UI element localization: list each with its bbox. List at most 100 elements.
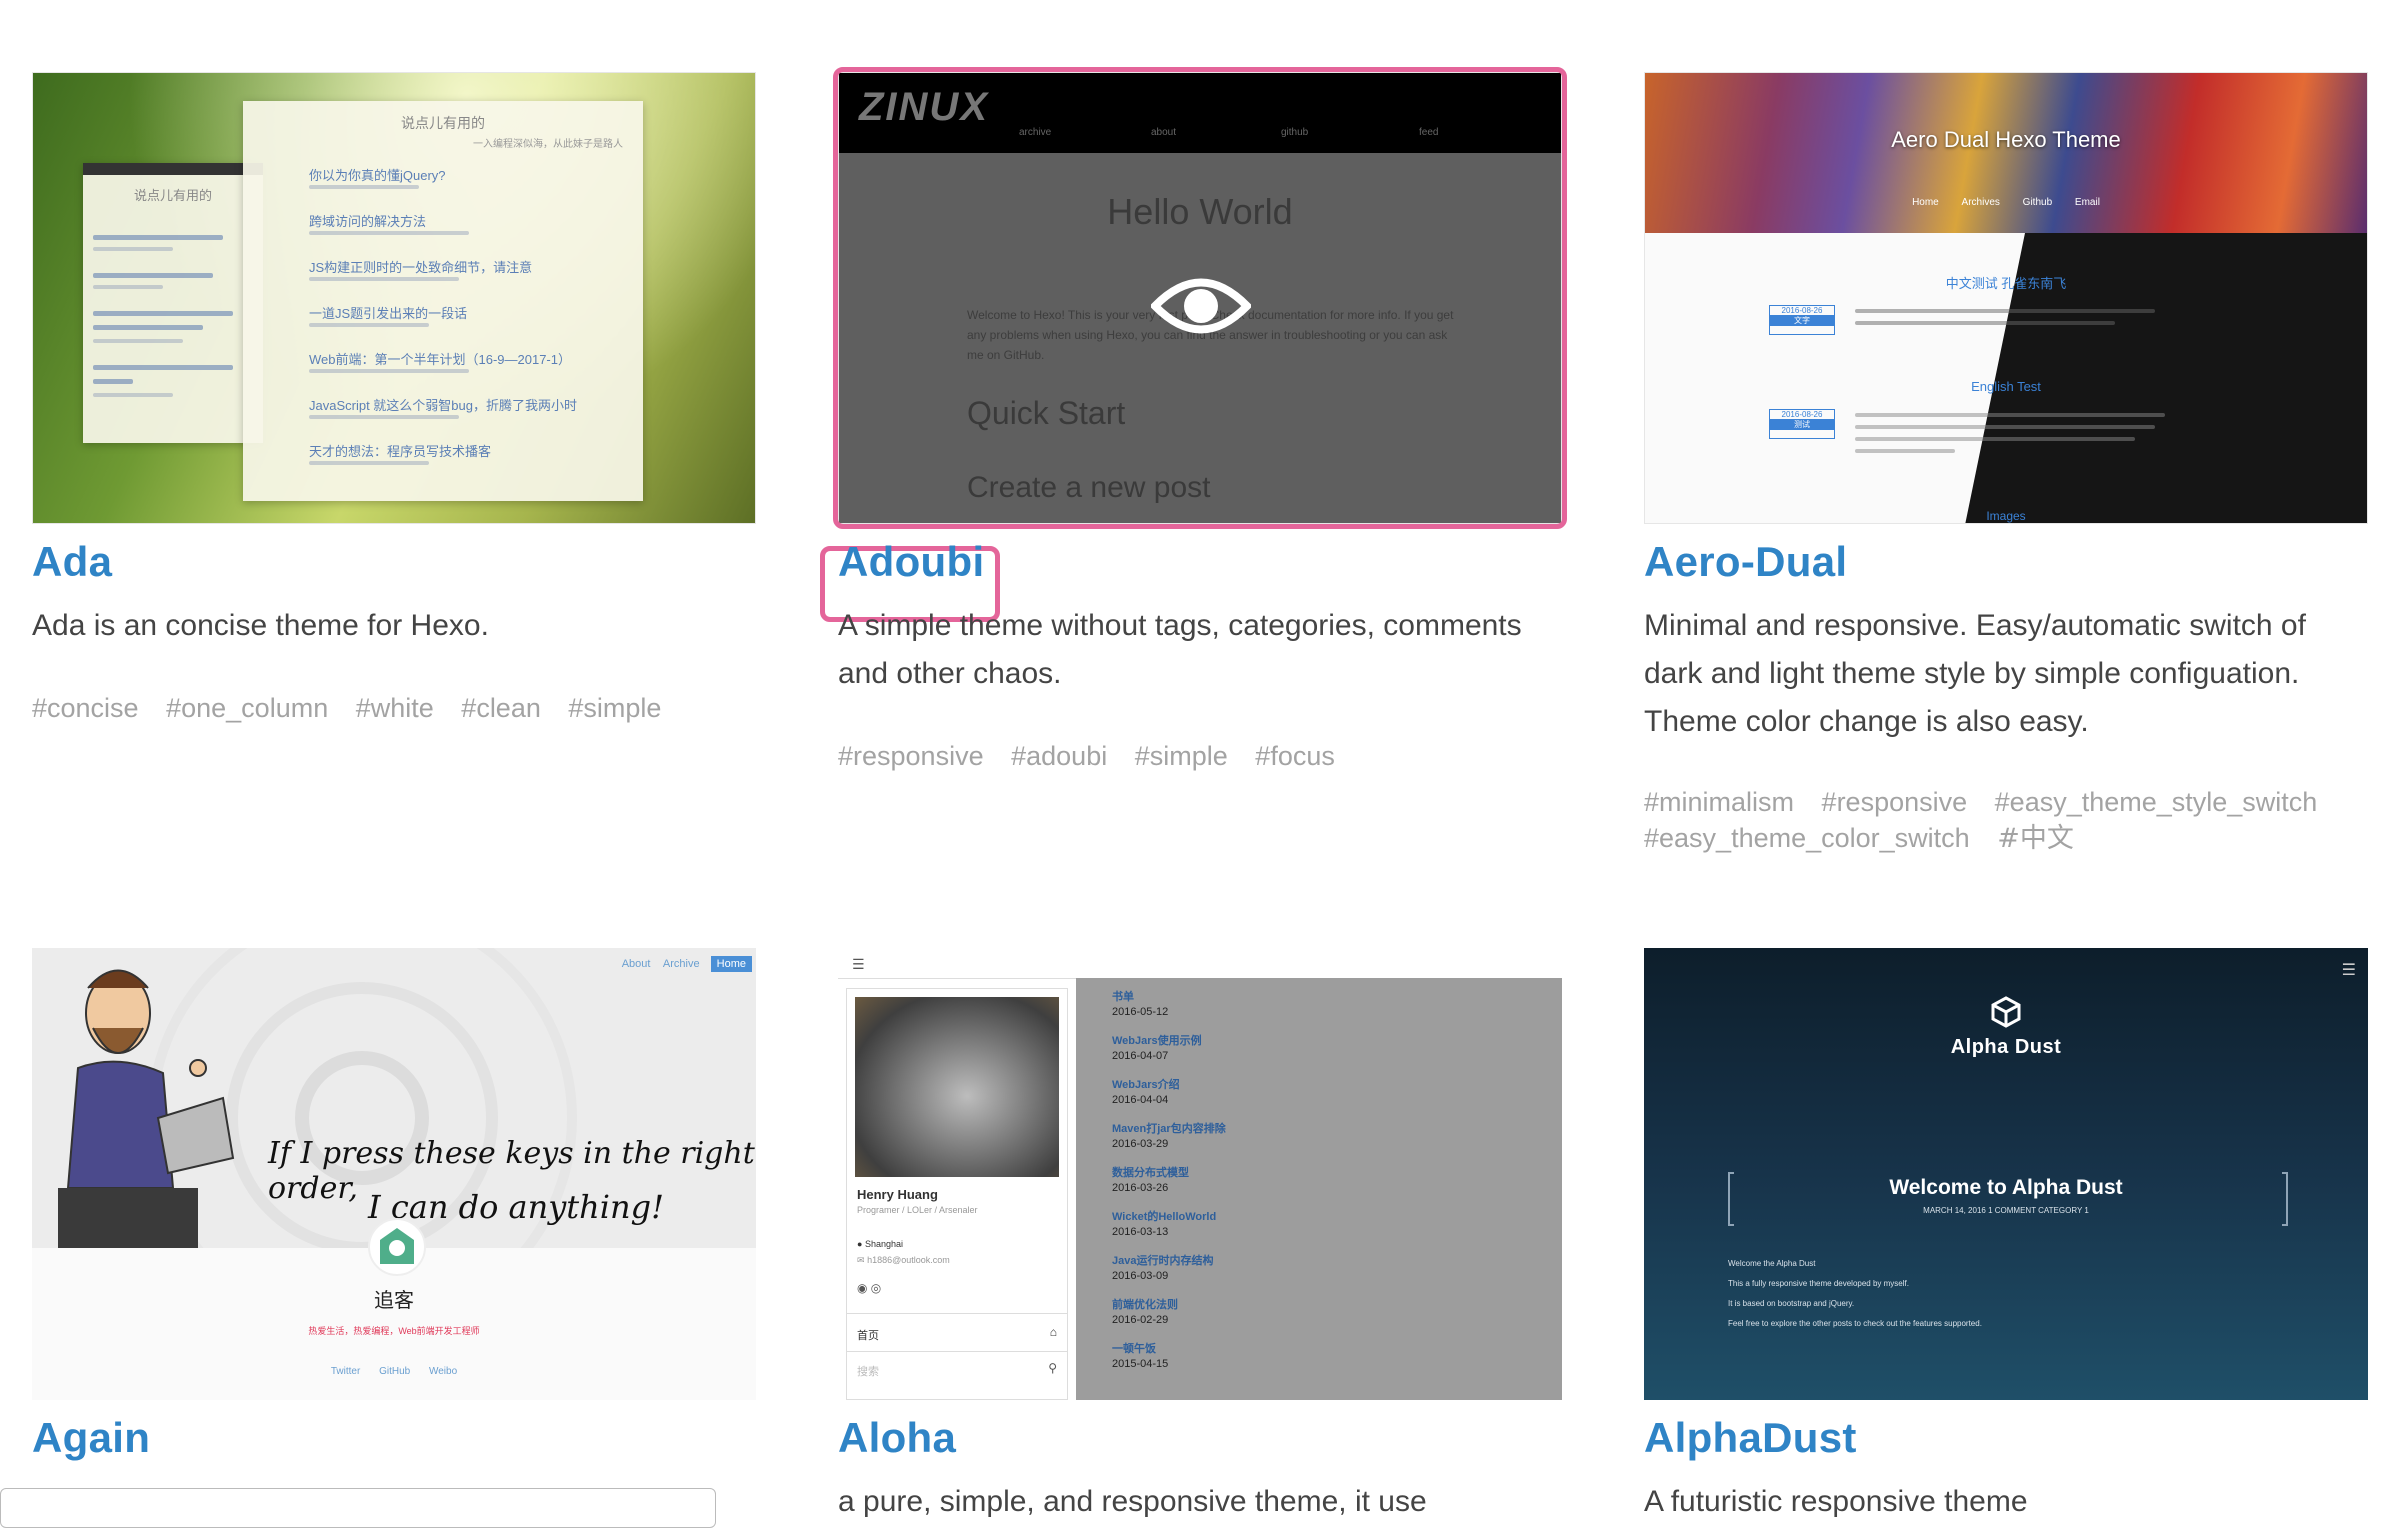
ada-post-3: JS构建正则时的一处致命细节，请注意 [309,260,533,275]
cube-icon [1990,996,2022,1033]
again-link-twitter: Twitter [330,1366,361,1377]
theme-tags-ada: #concise #one_column #white #clean #simp… [32,690,752,726]
tag[interactable]: #concise [32,690,139,726]
theme-description-adoubi: A simple theme without tags, categories,… [838,609,1522,690]
tag[interactable]: #clean [461,690,541,726]
tag[interactable]: #responsive [1822,784,1968,820]
ada-post-1: 你以为你真的懂jQuery? [309,168,446,183]
aloha-post-title: Maven打jar包内容排除 [1112,1123,1226,1135]
alphadust-line: This a fully responsive theme developed … [1728,1279,1909,1288]
aloha-post-list: 书单 2016-05-12 WebJars使用示例 2016-04-07 Web… [1076,978,1562,1400]
aero-preview-banner: Aero Dual Hexo Theme Home Archives Githu… [1645,73,2367,233]
again-avatar [368,1218,426,1276]
alphadust-brand: Alpha Dust [1950,1036,2062,1058]
theme-card-aloha: ☰ Henry Huang Programer / LOLer / Arsena… [838,948,1562,1518]
theme-name-again[interactable]: Again [32,1414,150,1462]
theme-name-aloha[interactable]: Aloha [838,1414,956,1462]
ada-post-7: 天才的想法：程序员写技术播客 [309,444,492,459]
theme-card-alphadust: ☰ Alpha Dust Welcome to Alpha Dust MARCH… [1644,948,2368,1518]
theme-description-alphadust: A futuristic responsive theme [1644,1485,2028,1518]
aloha-profile-name: Henry Huang [857,1187,938,1202]
aero-tag-1: 文字 [1770,315,1834,326]
aloha-post-title: 前端优化法则 [1112,1299,1178,1311]
tag[interactable]: #easy_theme_style_switch [1995,784,2318,820]
tag[interactable]: #minimalism [1644,784,1794,820]
aloha-profile-title: Programer / LOLer / Arsenaler [857,1205,978,1215]
ada-desktop-heading: 说点儿有用的 [401,115,485,131]
theme-description-aloha: a pure, simple, and responsive theme, it… [838,1485,1427,1518]
ada-preview-desktop: 说点儿有用的 一入编程深似海，从此妹子是路人 你以为你真的懂jQuery? 跨域… [243,101,643,501]
theme-name-aero-dual[interactable]: Aero-Dual [1644,538,1847,586]
aloha-post-title: WebJars介绍 [1112,1079,1180,1091]
again-nav-archive: Archive [662,958,700,970]
theme-name-ada[interactable]: Ada [32,538,112,586]
tag[interactable]: #simple [568,690,661,726]
theme-thumbnail-ada[interactable]: 说点儿有用的 说点儿有用的 一入编程深似海，从此妹子是路人 你以为你真的懂jQu… [32,72,756,524]
alphadust-line: It is based on bootstrap and jQuery. [1728,1299,1855,1308]
theme-thumbnail-alphadust[interactable]: ☰ Alpha Dust Welcome to Alpha Dust MARCH… [1644,948,2368,1400]
theme-card-aero-dual: Aero Dual Hexo Theme Home Archives Githu… [1644,72,2368,854]
aloha-sidebar: Henry Huang Programer / LOLer / Arsenale… [846,988,1068,1400]
theme-card-adoubi: ZINUX archive about github feed Hello Wo… [820,67,1567,771]
tag[interactable]: #white [356,690,434,726]
again-tagline: 热爱生活，热爱编程，Web前端开发工程师 [308,1326,480,1336]
ada-post-5: Web前端：第一个半年计划（16-9—2017-1） [309,352,571,367]
theme-thumbnail-aloha[interactable]: ☰ Henry Huang Programer / LOLer / Arsena… [838,948,1562,1400]
aero-nav-archives: Archives [1961,197,2000,208]
tag[interactable]: #simple [1135,738,1228,774]
aloha-menu-home: 首页 [857,1330,879,1342]
ada-mobile-heading: 说点儿有用的 [133,188,212,203]
theme-card-again: About Archive Home If I press these keys… [32,948,756,1461]
theme-thumbnail-again[interactable]: About Archive Home If I press these keys… [32,948,756,1400]
theme-name-adoubi[interactable]: Adoubi [838,538,984,586]
theme-name-alphadust[interactable]: AlphaDust [1644,1414,1857,1462]
aloha-post-title: WebJars使用示例 [1112,1035,1202,1047]
aero-section-images: Images [1986,509,2026,523]
aloha-post-date: 2016-03-29 [1112,1138,1169,1150]
alphadust-line: Feel free to explore the other posts to … [1728,1319,1982,1328]
aero-date-1: 2016-08-26 [1781,306,1823,315]
alphadust-post-meta: MARCH 14, 2016 1 COMMENT CATEGORY 1 [1923,1206,2089,1215]
aero-tag-2: 测试 [1770,419,1834,430]
aloha-post-title: Java运行时内存结构 [1112,1255,1214,1267]
aloha-post-title: 一顿午饭 [1112,1343,1156,1355]
aloha-post-date: 2015-04-15 [1112,1358,1169,1370]
theme-description-aero-dual: Minimal and responsive. Easy/automatic s… [1644,609,2306,738]
aero-section-english: English Test [1971,379,2041,394]
search-icon: ⚲ [1048,1361,1057,1375]
aero-date-2: 2016-08-26 [1781,410,1823,419]
tag[interactable]: #responsive [838,738,984,774]
aero-nav-email: Email [2074,197,2100,208]
ada-post-4: 一道JS题引发出来的一段话 [309,306,468,321]
tag[interactable]: #one_column [166,690,328,726]
github-icon: ◉ ◎ [857,1281,882,1295]
hamburger-menu-icon: ☰ [2341,962,2356,979]
again-illustration [48,958,248,1248]
aloha-search-input: 搜索 [857,1366,879,1378]
aloha-post-title: Wicket的HelloWorld [1112,1211,1217,1223]
again-preview-banner: About Archive Home If I press these keys… [32,948,756,1248]
selection-highlight [833,67,1567,529]
again-nav-about: About [621,958,651,970]
tag[interactable]: #easy_theme_color_switch [1644,820,1970,856]
aero-section-chinese: 中文测试 孔雀东南飞 [1945,276,2067,291]
aloha-post-date: 2016-05-12 [1112,1006,1169,1018]
alphadust-line: Welcome the Alpha Dust [1728,1259,1816,1268]
theme-thumbnail-aero-dual[interactable]: Aero Dual Hexo Theme Home Archives Githu… [1644,72,2368,524]
aloha-profile-photo [855,997,1059,1177]
ada-post-2: 跨域访问的解决方法 [309,214,427,229]
tag[interactable]: #focus [1255,738,1335,774]
aloha-post-date: 2016-03-13 [1112,1226,1169,1238]
tag[interactable]: #adoubi [1011,738,1107,774]
map-pin-icon: ● [857,1239,863,1249]
home-icon: ⌂ [1049,1325,1057,1339]
mail-icon: ✉ [857,1255,865,1265]
aloha-post-title: 书单 [1112,991,1134,1003]
ada-desktop-subheading: 一入编程深似海，从此妹子是路人 [473,139,623,150]
ada-post-6: JavaScript 就这么个弱智bug，折腾了我两小时 [309,398,577,413]
hamburger-menu-icon: ☰ [852,956,865,972]
tag[interactable]: #中文 [1997,821,2074,857]
theme-card-ada: 说点儿有用的 说点儿有用的 一入编程深似海，从此妹子是路人 你以为你真的懂jQu… [32,72,756,723]
ada-preview-mobile: 说点儿有用的 [83,163,263,443]
aero-nav-home: Home [1912,197,1939,208]
